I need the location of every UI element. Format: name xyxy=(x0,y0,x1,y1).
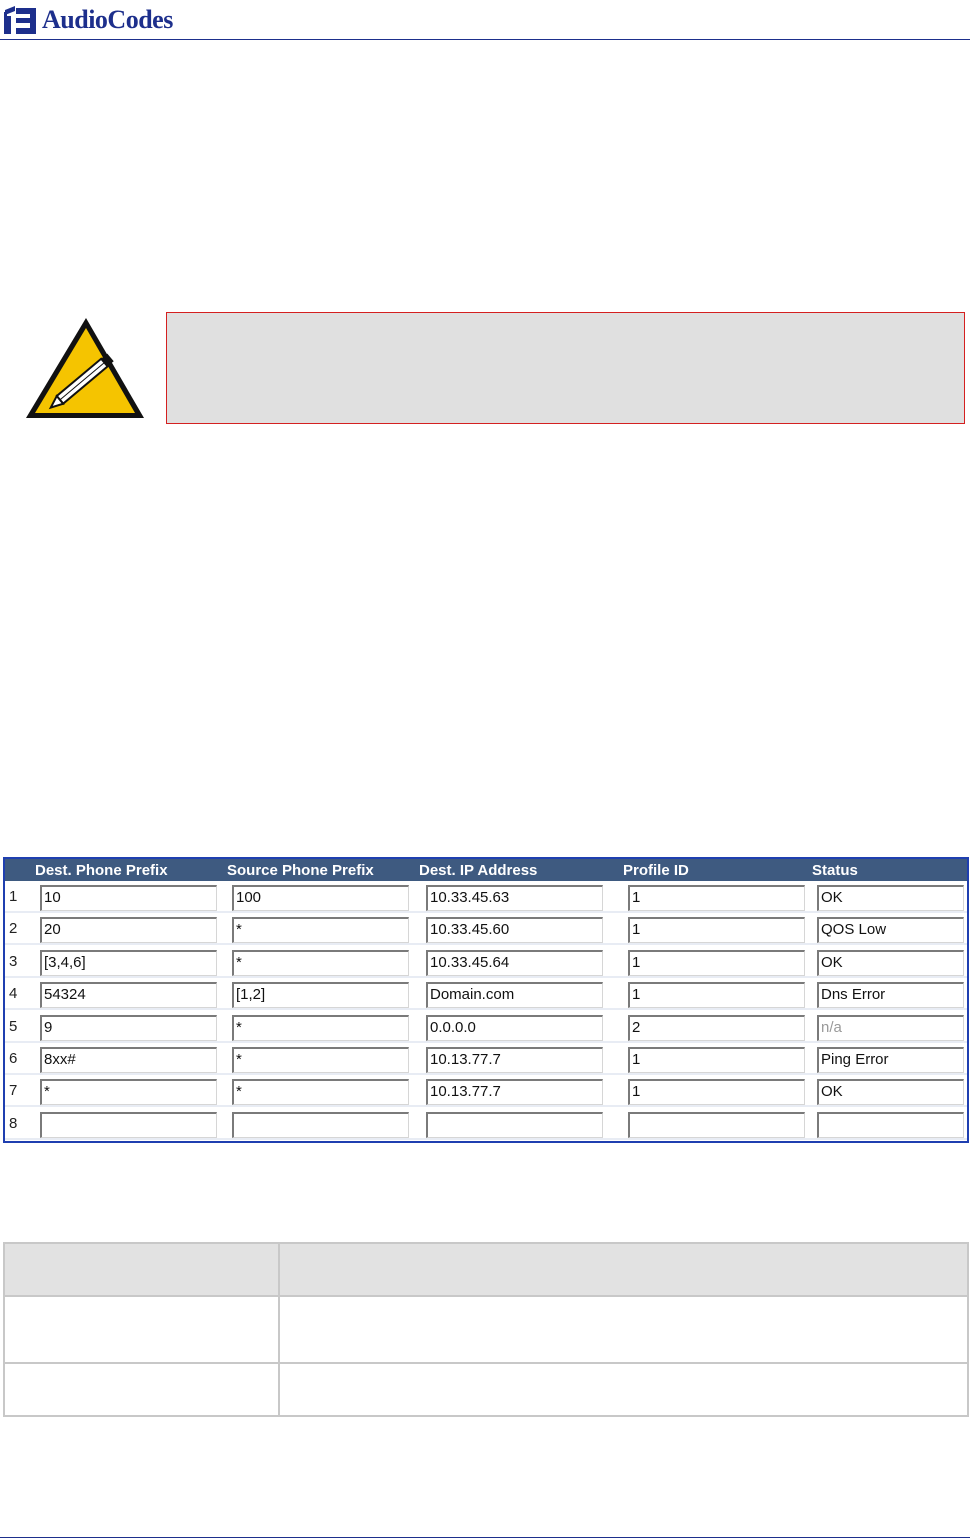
routing-table: Dest. Phone Prefix Source Phone Prefix D… xyxy=(3,857,969,1143)
status-field: n/a xyxy=(817,1014,964,1041)
row-number: 3 xyxy=(9,952,18,970)
source-prefix-input[interactable]: * xyxy=(232,1047,409,1073)
dest-ip-input[interactable]: 10.13.77.7 xyxy=(426,1079,603,1106)
column-header-status: Status xyxy=(812,862,858,879)
row-number: 2 xyxy=(9,920,18,938)
note-box xyxy=(166,312,965,424)
dest-ip-input[interactable]: 10.33.45.64 xyxy=(426,949,603,976)
table-row: 1 10 100 10.33.45.63 1 OK xyxy=(5,881,967,913)
column-header-source-phone-prefix: Source Phone Prefix xyxy=(227,862,374,879)
profile-id-input[interactable]: 2 xyxy=(628,1014,805,1041)
profile-id-input[interactable]: 1 xyxy=(628,982,805,1009)
status-field: Ping Error xyxy=(817,1047,964,1073)
profile-id-input[interactable]: 1 xyxy=(628,949,805,976)
row-number: 7 xyxy=(9,1082,18,1100)
note-pencil-warning-icon xyxy=(22,314,148,424)
row-number: 1 xyxy=(9,888,18,905)
status-field: OK xyxy=(817,1079,964,1106)
source-prefix-input[interactable]: * xyxy=(232,1014,409,1041)
source-prefix-input[interactable] xyxy=(232,1111,409,1138)
row-number: 4 xyxy=(9,985,18,1003)
column-header-profile-id: Profile ID xyxy=(623,862,689,879)
profile-id-input[interactable]: 1 xyxy=(628,1079,805,1106)
column-header-dest-ip-address: Dest. IP Address xyxy=(419,862,538,879)
dest-prefix-input[interactable]: 20 xyxy=(40,917,217,944)
status-field: OK xyxy=(817,949,964,976)
audiocodes-logo-icon xyxy=(4,6,36,34)
brand-logo: AudioCodes xyxy=(2,4,173,36)
header-divider xyxy=(0,39,970,40)
brand-name: AudioCodes xyxy=(42,5,173,34)
status-field xyxy=(817,1111,964,1138)
table-header-row: Dest. Phone Prefix Source Phone Prefix D… xyxy=(5,859,967,881)
dest-ip-input[interactable]: Domain.com xyxy=(426,982,603,1009)
row-separator xyxy=(5,1137,967,1140)
profile-id-input[interactable]: 1 xyxy=(628,917,805,944)
column-header-dest-phone-prefix: Dest. Phone Prefix xyxy=(35,862,168,879)
table-divider xyxy=(5,1295,967,1297)
table-row: 8 xyxy=(5,1107,967,1140)
table-row: 6 8xx# * 10.13.77.7 1 Ping Error xyxy=(5,1043,967,1075)
source-prefix-input[interactable]: [1,2] xyxy=(232,982,409,1009)
table-row: 2 20 * 10.33.45.60 1 QOS Low xyxy=(5,913,967,946)
dest-prefix-input[interactable] xyxy=(40,1111,217,1138)
status-field: OK xyxy=(817,885,964,911)
source-prefix-input[interactable]: * xyxy=(232,917,409,944)
row-number: 6 xyxy=(9,1050,18,1067)
dest-prefix-input[interactable]: 54324 xyxy=(40,982,217,1009)
status-field: QOS Low xyxy=(817,917,964,944)
table-row: 4 54324 [1,2] Domain.com 1 Dns Error xyxy=(5,978,967,1011)
table-column-divider xyxy=(278,1244,280,1415)
dest-prefix-input[interactable]: [3,4,6] xyxy=(40,949,217,976)
source-prefix-input[interactable]: * xyxy=(232,949,409,976)
footer-divider xyxy=(0,1537,970,1538)
dest-ip-input[interactable]: 0.0.0.0 xyxy=(426,1014,603,1041)
description-table xyxy=(3,1242,969,1417)
table-row: 7 * * 10.13.77.7 1 OK xyxy=(5,1075,967,1108)
dest-prefix-input[interactable]: 8xx# xyxy=(40,1047,217,1073)
profile-id-input[interactable]: 1 xyxy=(628,885,805,911)
table-divider xyxy=(5,1362,967,1364)
dest-ip-input[interactable]: 10.33.45.60 xyxy=(426,917,603,944)
profile-id-input[interactable]: 1 xyxy=(628,1047,805,1073)
row-number: 8 xyxy=(9,1114,18,1132)
profile-id-input[interactable] xyxy=(628,1111,805,1138)
dest-ip-input[interactable]: 10.13.77.7 xyxy=(426,1047,603,1073)
row-number: 5 xyxy=(9,1017,18,1035)
table-row: 3 [3,4,6] * 10.33.45.64 1 OK xyxy=(5,945,967,978)
source-prefix-input[interactable]: * xyxy=(232,1079,409,1106)
page-header: AudioCodes xyxy=(0,0,970,40)
dest-ip-input[interactable]: 10.33.45.63 xyxy=(426,885,603,911)
dest-ip-input[interactable] xyxy=(426,1111,603,1138)
dest-prefix-input[interactable]: 10 xyxy=(40,885,217,911)
description-table-header xyxy=(5,1244,967,1295)
dest-prefix-input[interactable]: * xyxy=(40,1079,217,1106)
source-prefix-input[interactable]: 100 xyxy=(232,885,409,911)
status-field: Dns Error xyxy=(817,982,964,1009)
table-row: 5 9 * 0.0.0.0 2 n/a xyxy=(5,1010,967,1043)
dest-prefix-input[interactable]: 9 xyxy=(40,1014,217,1041)
